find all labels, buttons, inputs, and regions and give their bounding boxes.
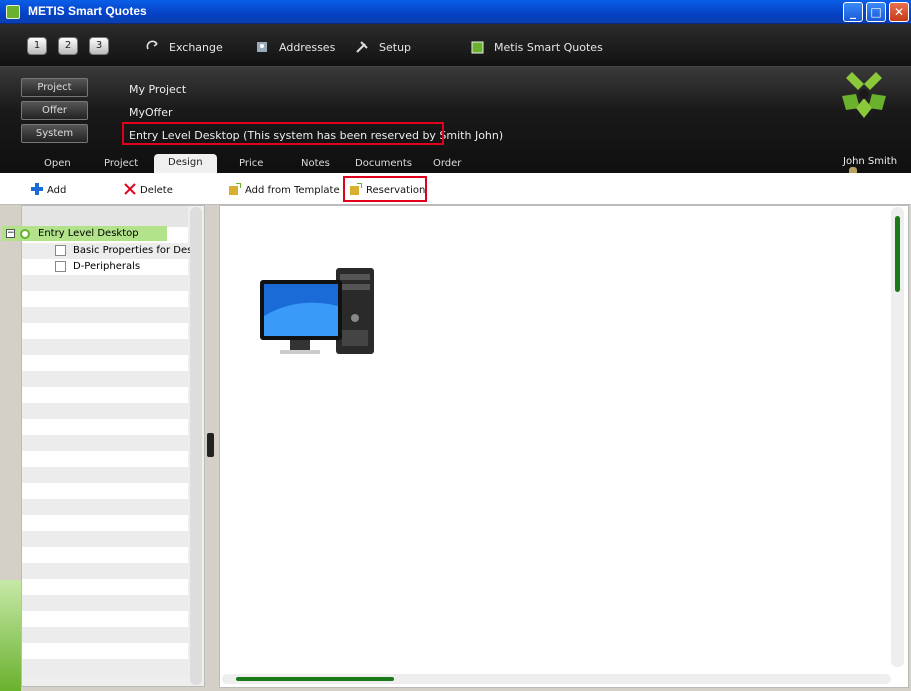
- tab-project[interactable]: Project: [104, 158, 138, 169]
- template-icon: [229, 182, 242, 195]
- addresses-label: Addresses: [279, 41, 336, 54]
- reserved-highlight-box: [122, 122, 444, 145]
- tree-background-row: [22, 499, 188, 515]
- tree-root-label: Entry Level Desktop: [38, 228, 139, 239]
- window-title: METIS Smart Quotes: [28, 4, 147, 18]
- delete-button[interactable]: Delete: [124, 183, 173, 196]
- tree-background-row: [22, 355, 188, 371]
- add-from-template-label: Add from Template: [245, 185, 340, 196]
- reservation-highlight-box: [343, 176, 427, 202]
- tree-background-row: [22, 307, 188, 323]
- tree-root-item[interactable]: − Entry Level Desktop: [2, 226, 167, 241]
- metis-icon: [470, 40, 486, 54]
- tree-background-row: [22, 387, 188, 403]
- tab-notes[interactable]: Notes: [301, 158, 330, 169]
- app-icon: [6, 5, 20, 19]
- tree-item-label: Basic Properties for Desk: [73, 245, 195, 256]
- delete-label: Delete: [140, 185, 173, 196]
- maximize-icon: □: [870, 5, 882, 19]
- add-button[interactable]: Add: [31, 183, 66, 196]
- tab-design[interactable]: Design: [154, 154, 217, 173]
- offer-name: MyOffer: [129, 106, 173, 119]
- tab-order[interactable]: Order: [433, 158, 461, 169]
- tree-background-row: [22, 403, 188, 419]
- tree-background-row: [22, 483, 188, 499]
- minimize-icon: _: [850, 5, 856, 19]
- exchange-icon: [145, 40, 161, 54]
- minimize-button[interactable]: _: [843, 2, 863, 22]
- tree-background-row: [22, 467, 188, 483]
- tree-scrollbar[interactable]: [190, 207, 202, 685]
- tree-background-row: [22, 547, 188, 563]
- tree-background-row: [22, 563, 188, 579]
- tree-background-row: [22, 515, 188, 531]
- setup-label: Setup: [379, 41, 412, 54]
- decorative-swoosh: [0, 580, 21, 691]
- metis-logo: [838, 68, 890, 122]
- delete-icon: [124, 183, 136, 195]
- screen-1-button[interactable]: 1: [27, 37, 47, 55]
- tree-background-row: [22, 371, 188, 387]
- screen-3-button[interactable]: 3: [89, 37, 109, 55]
- plus-icon: [31, 183, 43, 195]
- collapse-icon[interactable]: −: [6, 229, 15, 238]
- addresses-icon: [255, 40, 271, 54]
- component-icon: [55, 261, 66, 272]
- system-button[interactable]: System: [21, 124, 88, 143]
- component-icon: [55, 245, 66, 256]
- tree-background-row: [22, 595, 188, 611]
- tree-background-row: [22, 611, 188, 627]
- tree-background-row: [22, 531, 188, 547]
- tree-item-label: D-Peripherals: [73, 261, 141, 272]
- project-button[interactable]: Project: [21, 78, 88, 97]
- top-toolbar: 1 2 3 Exchange Addresses Setup Metis Sma…: [0, 24, 911, 67]
- setup-icon: [355, 40, 371, 54]
- exchange-label: Exchange: [169, 41, 223, 54]
- tree-header-strip: [22, 206, 188, 228]
- close-button[interactable]: ✕: [889, 2, 909, 22]
- system-node-icon: [20, 229, 30, 239]
- tab-documents[interactable]: Documents: [355, 158, 412, 169]
- add-label: Add: [47, 185, 67, 196]
- tree-background-row: [22, 451, 188, 467]
- panel-splitter-handle[interactable]: [207, 433, 214, 457]
- offer-button[interactable]: Offer: [21, 101, 88, 120]
- title-bar: METIS Smart Quotes _ □ ✕: [0, 0, 911, 24]
- close-icon: ✕: [893, 5, 905, 19]
- maximize-button[interactable]: □: [866, 2, 886, 22]
- tree-background-row: [22, 339, 188, 355]
- tree-background-row: [22, 627, 188, 643]
- tree-background-row: [22, 291, 188, 307]
- metis-smart-quotes-menu[interactable]: Metis Smart Quotes: [470, 40, 603, 54]
- tree-item-d-peripherals[interactable]: D-Peripherals: [45, 259, 195, 274]
- setup-menu[interactable]: Setup: [355, 40, 411, 54]
- tree-background-row: [22, 419, 188, 435]
- tree-background-row: [22, 659, 188, 675]
- tab-open[interactable]: Open: [44, 158, 71, 169]
- addresses-menu[interactable]: Addresses: [255, 40, 335, 54]
- desktop-computer-image[interactable]: [258, 266, 376, 360]
- tree-background-row: [22, 643, 188, 659]
- add-from-template-button[interactable]: Add from Template: [229, 182, 340, 196]
- tree-background-row: [22, 579, 188, 595]
- tree-item-basic-properties[interactable]: Basic Properties for Desk: [45, 243, 195, 258]
- tab-price[interactable]: Price: [239, 158, 263, 169]
- tree-background-row: [22, 323, 188, 339]
- metis-label: Metis Smart Quotes: [494, 41, 603, 54]
- exchange-menu[interactable]: Exchange: [145, 40, 223, 54]
- canvas-vertical-scroll-thumb[interactable]: [895, 216, 900, 292]
- project-name: My Project: [129, 83, 187, 96]
- tree-background-row: [22, 275, 188, 291]
- canvas-horizontal-scroll-thumb[interactable]: [236, 677, 394, 681]
- user-label: John Smith: [843, 156, 898, 167]
- screen-2-button[interactable]: 2: [58, 37, 78, 55]
- tree-background-row: [22, 435, 188, 451]
